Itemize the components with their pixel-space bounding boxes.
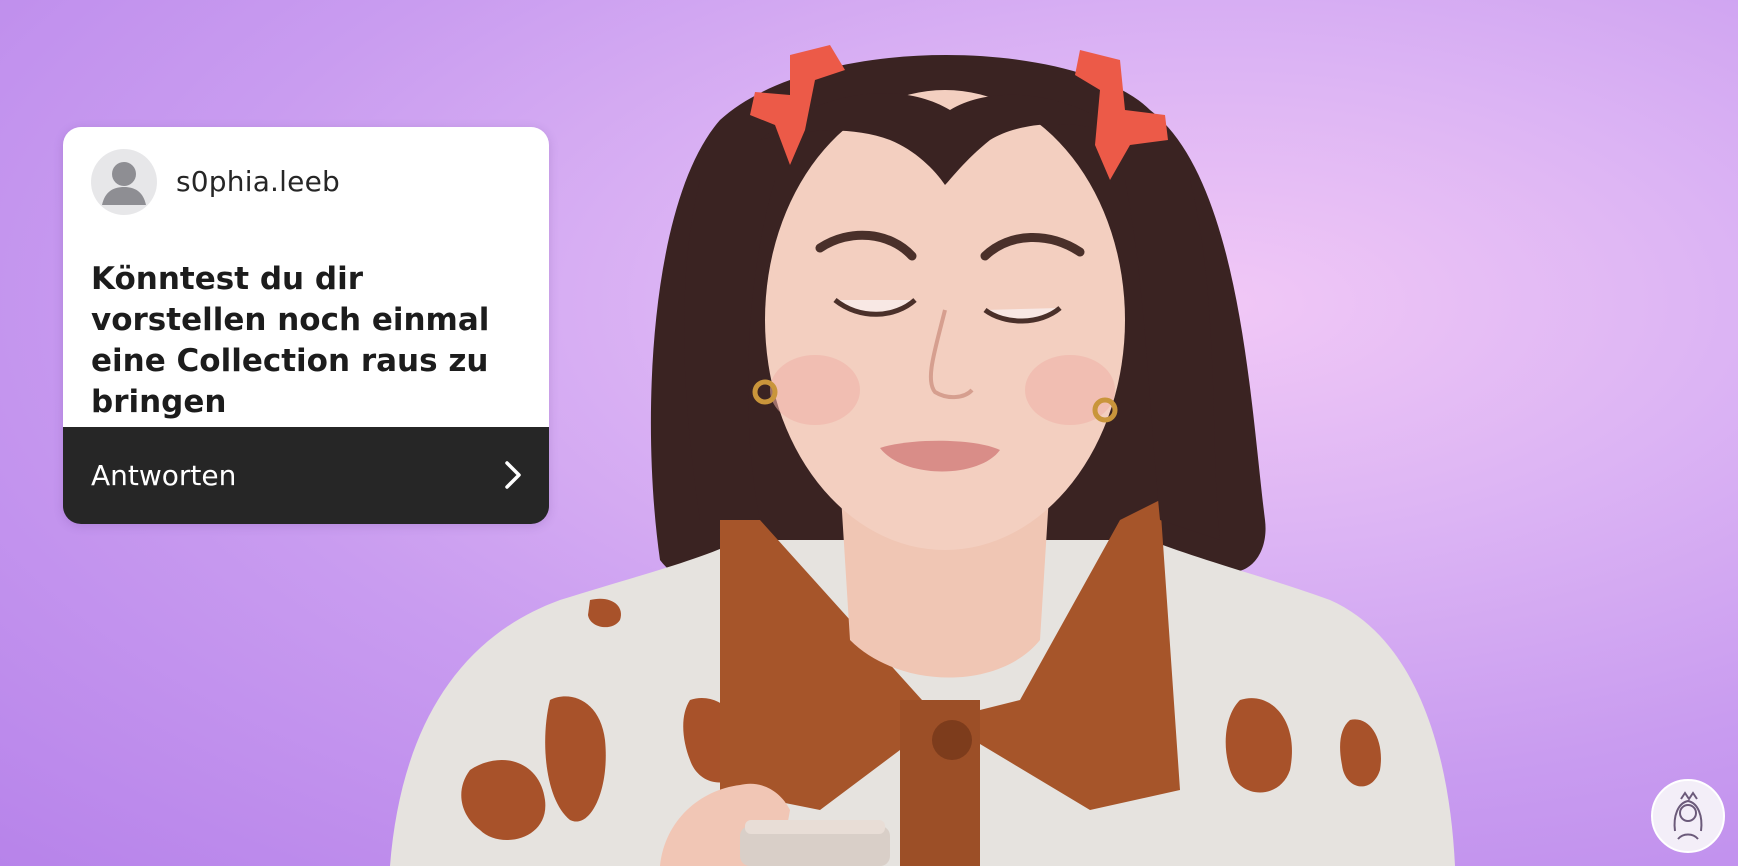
chevron-right-icon	[505, 461, 521, 489]
question-sticker-header: s0phia.leeb Könntest du dir vorstellen n…	[63, 127, 549, 427]
cheek	[770, 355, 860, 425]
username: s0phia.leeb	[176, 165, 340, 198]
reply-button[interactable]: Antworten	[63, 427, 549, 524]
default-profile-icon	[91, 149, 157, 215]
question-text: Könntest du dir vorstellen noch einmal e…	[91, 261, 490, 420]
video-frame: s0phia.leeb Könntest du dir vorstellen n…	[0, 0, 1738, 866]
jar-lid	[745, 820, 885, 834]
cheek	[1025, 355, 1115, 425]
reply-label: Antworten	[91, 459, 237, 492]
channel-logo-icon[interactable]	[1651, 779, 1725, 853]
button	[932, 720, 972, 760]
question-sticker: s0phia.leeb Könntest du dir vorstellen n…	[63, 127, 549, 524]
